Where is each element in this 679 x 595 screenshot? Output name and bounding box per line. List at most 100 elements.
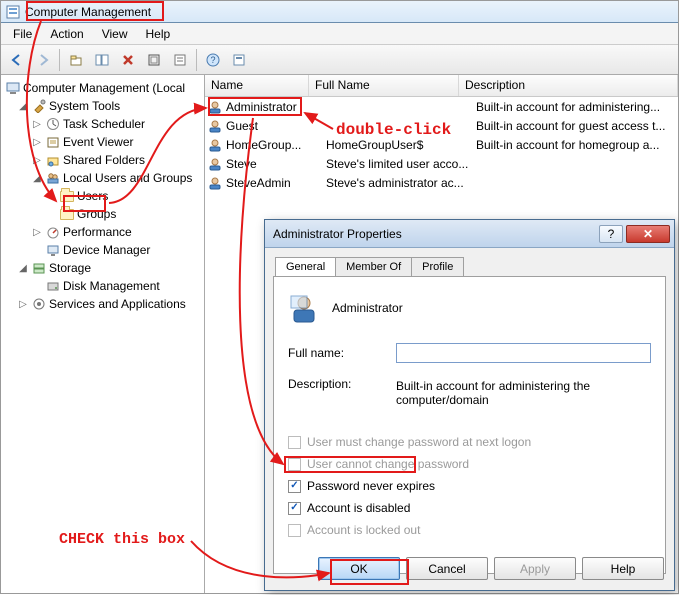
toolbar: ? xyxy=(1,45,678,75)
toolbar-separator xyxy=(196,49,197,71)
tree-task-scheduler[interactable]: ▷ Task Scheduler xyxy=(3,115,202,133)
toolbar-panes-icon[interactable] xyxy=(90,48,114,72)
expand-icon[interactable]: ▷ xyxy=(31,155,43,166)
cell-description: Built-in account for guest access t... xyxy=(476,119,678,133)
toolbar-up-icon[interactable] xyxy=(64,48,88,72)
tree-event-viewer[interactable]: ▷ Event Viewer xyxy=(3,133,202,151)
checkbox-label: Account is locked out xyxy=(307,523,420,537)
checkbox-label: Password never expires xyxy=(307,479,435,493)
expand-icon[interactable]: ▷ xyxy=(31,227,43,238)
help-icon[interactable]: ? xyxy=(599,225,623,243)
collapse-icon[interactable]: ◢ xyxy=(31,173,43,184)
tree-services[interactable]: ▷ Services and Applications xyxy=(3,295,202,313)
ok-button[interactable]: OK xyxy=(318,557,400,580)
tab-member-of[interactable]: Member Of xyxy=(335,257,412,276)
computer-icon xyxy=(5,80,21,96)
checkbox-label: User cannot change password xyxy=(307,457,469,471)
user-row[interactable]: Guest Built-in account for guest access t… xyxy=(205,116,678,135)
collapse-icon[interactable]: ◢ xyxy=(17,263,29,274)
tree-disk-management[interactable]: Disk Management xyxy=(3,277,202,295)
user-row[interactable]: SteveAdminSteve's administrator ac... xyxy=(205,173,678,192)
menu-action[interactable]: Action xyxy=(42,24,91,44)
tree-label: Task Scheduler xyxy=(63,117,145,131)
storage-icon xyxy=(31,260,47,276)
dialog-button-row: OK Cancel Apply Help xyxy=(318,557,664,580)
col-name[interactable]: Name xyxy=(205,75,309,96)
user-icon xyxy=(207,175,223,191)
tab-profile[interactable]: Profile xyxy=(411,257,464,276)
users-group-icon xyxy=(45,170,61,186)
tree-label: System Tools xyxy=(49,99,120,113)
user-icon xyxy=(207,99,223,115)
checkbox-never-expires[interactable] xyxy=(288,480,301,493)
help-button[interactable]: Help xyxy=(582,557,664,580)
tree-label: Local Users and Groups xyxy=(63,171,192,185)
tree-users[interactable]: Users xyxy=(3,187,202,205)
tree-system-tools[interactable]: ◢ System Tools xyxy=(3,97,202,115)
app-icon xyxy=(5,4,21,20)
dialog-titlebar[interactable]: Administrator Properties ? ✕ xyxy=(265,220,674,248)
collapse-icon[interactable]: ◢ xyxy=(17,101,29,112)
toolbar-help-icon[interactable]: ? xyxy=(201,48,225,72)
tab-strip: General Member Of Profile xyxy=(275,254,666,276)
toolbar-forward-icon[interactable] xyxy=(31,48,55,72)
tree-performance[interactable]: ▷ Performance xyxy=(3,223,202,241)
col-description[interactable]: Description xyxy=(459,75,678,96)
checkbox-label: User must change password at next logon xyxy=(307,435,531,449)
close-icon[interactable]: ✕ xyxy=(626,225,670,243)
tab-general[interactable]: General xyxy=(275,257,336,276)
checkbox-must-change xyxy=(288,436,301,449)
tree-storage[interactable]: ◢ Storage xyxy=(3,259,202,277)
tree-label: Disk Management xyxy=(63,279,160,293)
toolbar-back-icon[interactable] xyxy=(5,48,29,72)
user-row[interactable]: SteveSteve's limited user acco... xyxy=(205,154,678,173)
tree-label: Groups xyxy=(77,207,116,221)
tree-label: Users xyxy=(77,189,108,203)
tools-icon xyxy=(31,98,47,114)
cell-description: Built-in account for administering... xyxy=(476,100,678,114)
tree-label: Services and Applications xyxy=(49,297,186,311)
menu-view[interactable]: View xyxy=(94,24,136,44)
user-row[interactable]: AdministratorBuilt-in account for admini… xyxy=(205,97,678,116)
checkbox-label: Account is disabled xyxy=(307,501,410,515)
dialog-heading: Administrator xyxy=(332,301,403,315)
apply-button[interactable]: Apply xyxy=(494,557,576,580)
expand-icon[interactable]: ▷ xyxy=(31,119,43,130)
tree-groups[interactable]: Groups xyxy=(3,205,202,223)
cell-description: Built-in account for homegroup a... xyxy=(476,138,678,152)
tree-label: Event Viewer xyxy=(63,135,133,149)
toolbar-extra-icon[interactable] xyxy=(227,48,251,72)
col-full[interactable]: Full Name xyxy=(309,75,459,96)
checkbox-account-disabled[interactable] xyxy=(288,502,301,515)
expand-icon[interactable]: ▷ xyxy=(17,299,29,310)
tree-shared-folders[interactable]: ▷ Shared Folders xyxy=(3,151,202,169)
user-icon xyxy=(288,292,320,324)
menu-file[interactable]: File xyxy=(5,24,40,44)
description-label: Description: xyxy=(288,377,396,391)
folder-icon xyxy=(59,188,75,204)
list-header: Name Full Name Description xyxy=(205,75,678,97)
toolbar-properties-icon[interactable] xyxy=(168,48,192,72)
cancel-button[interactable]: Cancel xyxy=(406,557,488,580)
full-name-input[interactable] xyxy=(396,343,651,363)
dialog-body: General Member Of Profile Administrator … xyxy=(265,248,674,590)
menu-help[interactable]: Help xyxy=(138,24,179,44)
checkbox-cannot-change xyxy=(288,458,301,471)
toolbar-refresh-icon[interactable] xyxy=(142,48,166,72)
cell-fullname: HomeGroupUser$ xyxy=(326,138,476,152)
tree-panel: Computer Management (Local ◢ System Tool… xyxy=(1,75,205,593)
user-icon xyxy=(207,137,223,153)
expand-icon[interactable]: ▷ xyxy=(31,137,43,148)
shared-folder-icon xyxy=(45,152,61,168)
perf-icon xyxy=(45,224,61,240)
cell-name: Guest xyxy=(226,119,326,133)
toolbar-delete-icon[interactable] xyxy=(116,48,140,72)
tab-panel-general: Administrator Full name: Description: Bu… xyxy=(273,276,666,574)
tree-root[interactable]: Computer Management (Local xyxy=(3,79,202,97)
tree-device-manager[interactable]: Device Manager xyxy=(3,241,202,259)
user-icon xyxy=(207,118,223,134)
folder-icon xyxy=(59,206,75,222)
tree-local-users[interactable]: ◢ Local Users and Groups xyxy=(3,169,202,187)
services-icon xyxy=(31,296,47,312)
user-row[interactable]: HomeGroup...HomeGroupUser$Built-in accou… xyxy=(205,135,678,154)
